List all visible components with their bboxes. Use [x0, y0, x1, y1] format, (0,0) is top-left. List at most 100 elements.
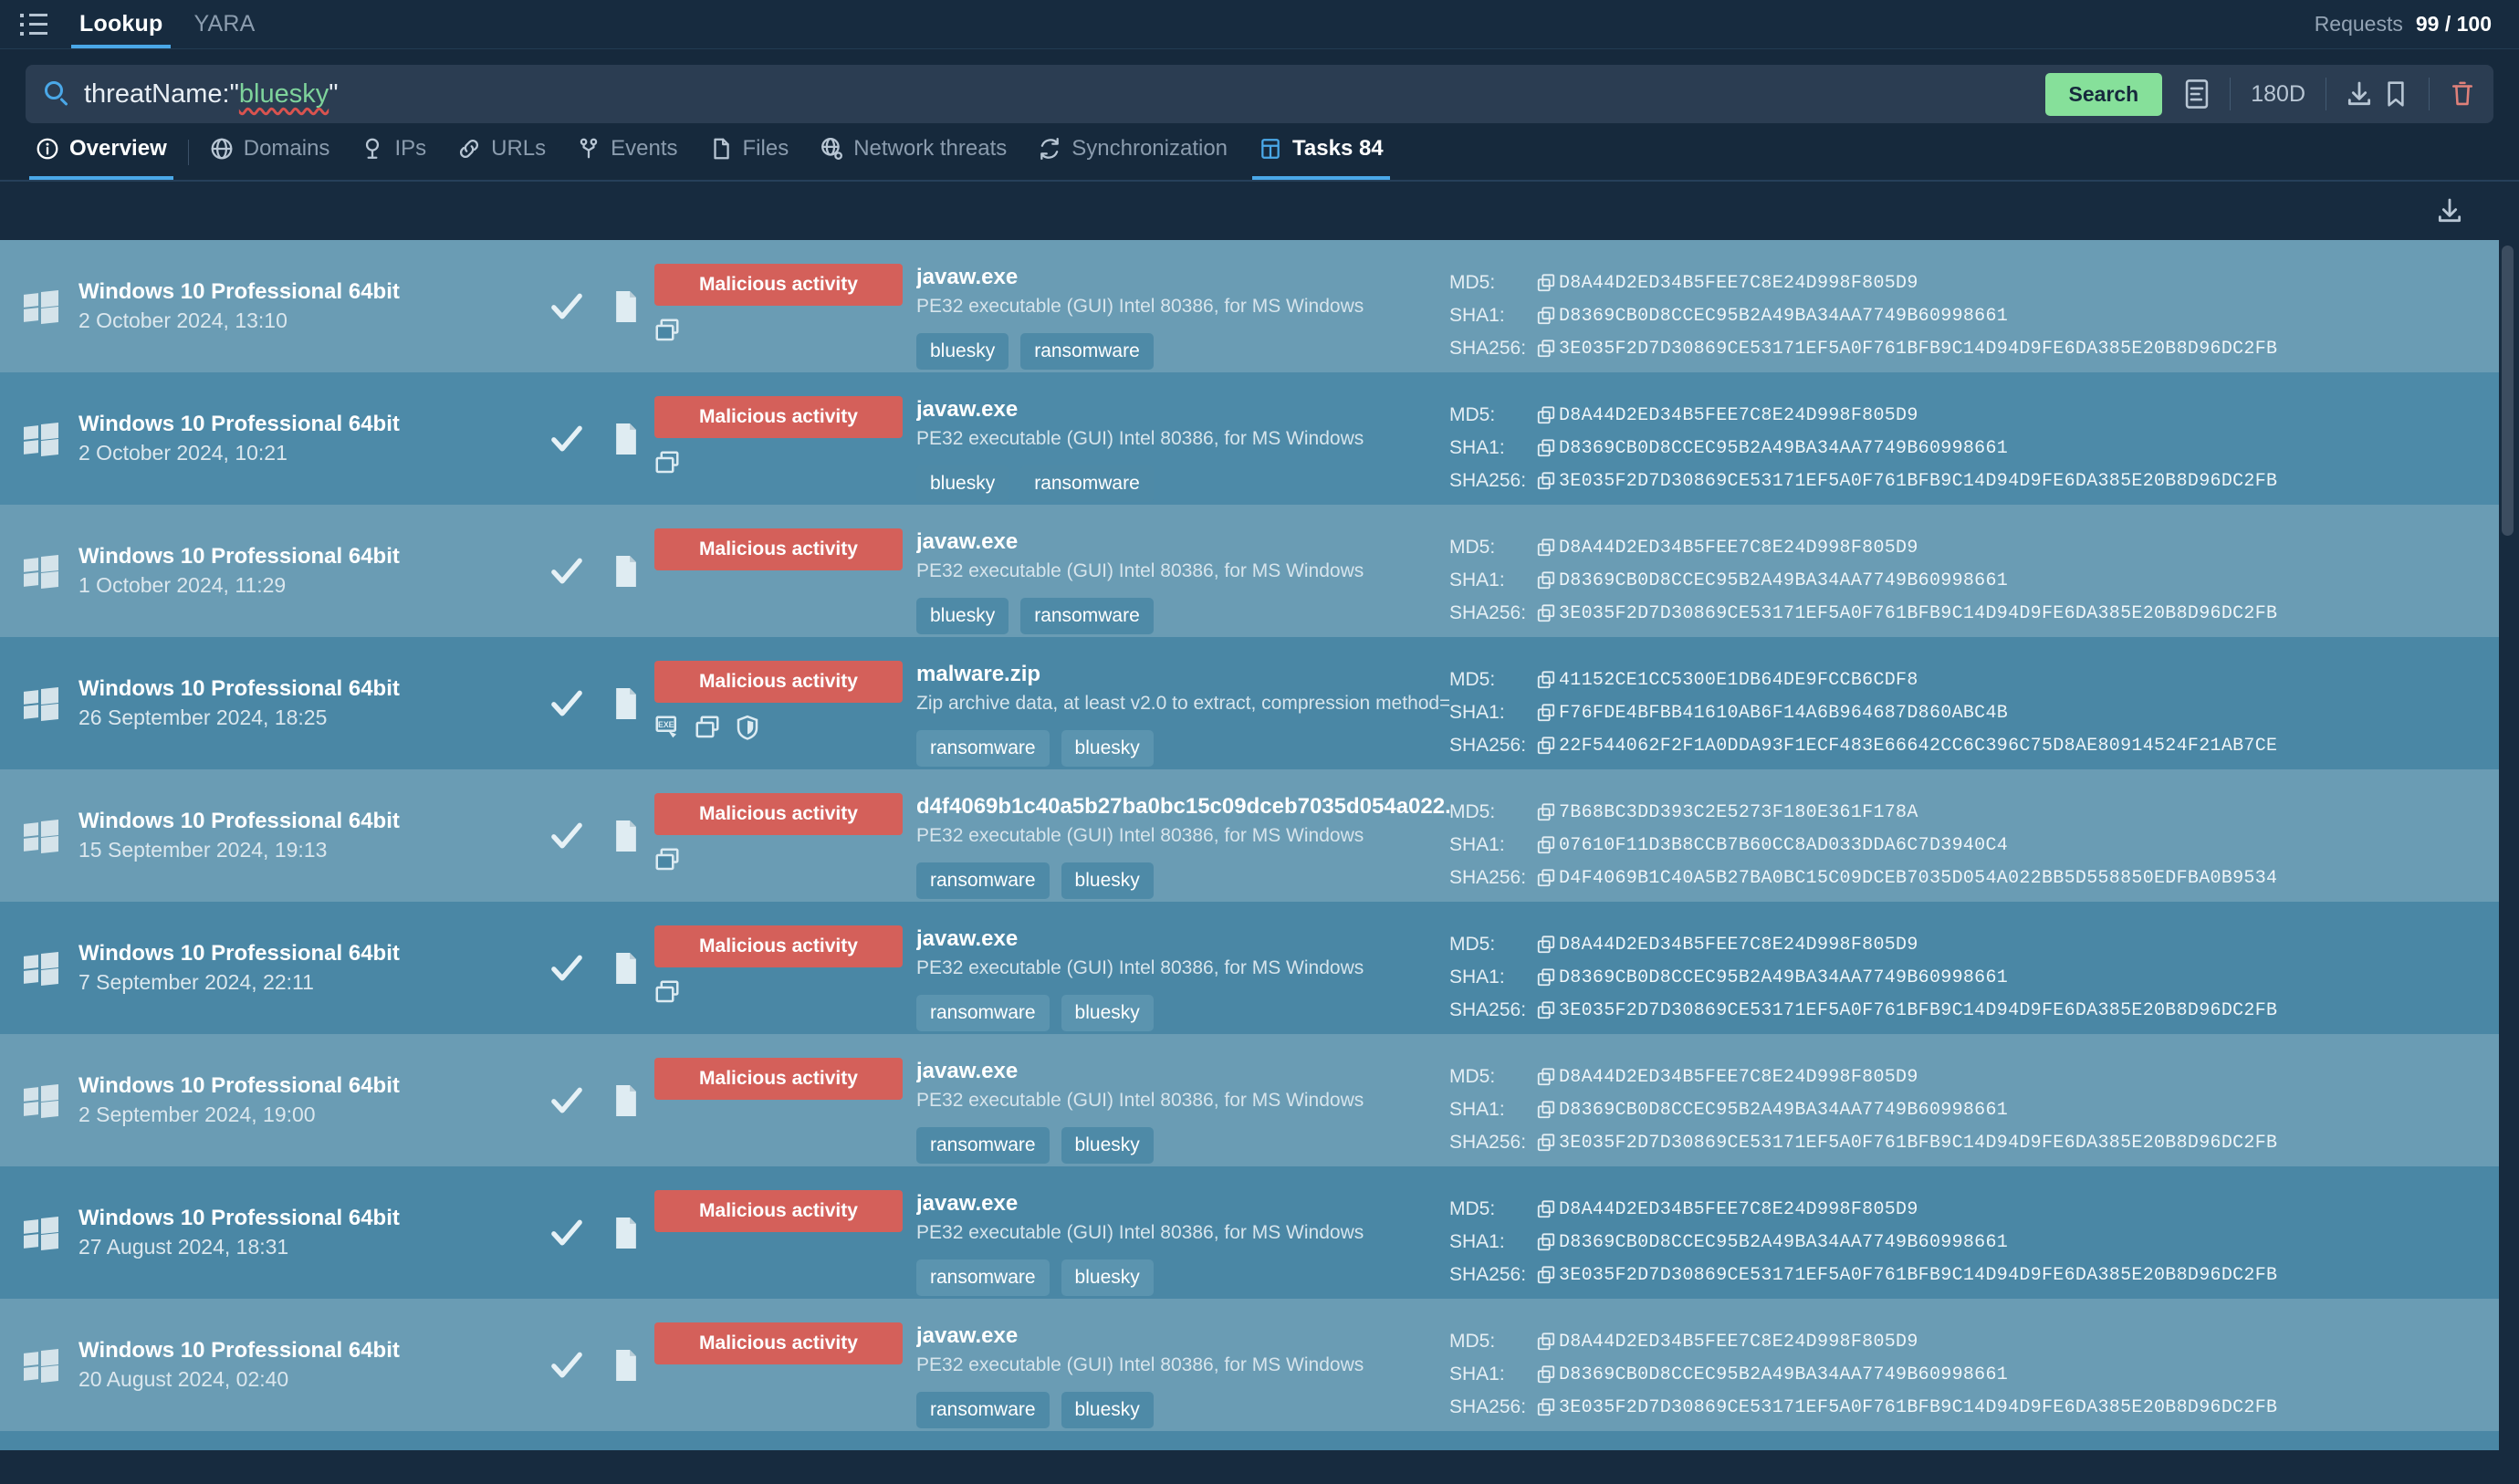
report-file-icon[interactable] [606, 637, 646, 769]
copy-icon[interactable] [1533, 603, 1559, 623]
search-bar[interactable]: threatName:"bluesky" Search 180D [26, 65, 2493, 123]
tag-pill[interactable]: bluesky [1061, 1259, 1154, 1296]
tag-pill[interactable]: bluesky [916, 333, 1009, 370]
tab-overview[interactable]: Overview [20, 131, 183, 180]
copy-icon[interactable] [1533, 1100, 1559, 1120]
copy-windows-icon[interactable] [653, 449, 681, 476]
table-row[interactable]: Windows 10 Professional 64bit 1 October … [0, 505, 2519, 637]
copy-icon[interactable] [1533, 1000, 1559, 1020]
copy-icon[interactable] [1533, 868, 1559, 888]
tab-yara[interactable]: YARA [178, 0, 270, 48]
exe-icon[interactable]: EXE [653, 714, 681, 741]
copy-icon[interactable] [1533, 935, 1559, 955]
copy-icon[interactable] [1533, 1265, 1559, 1285]
export-download-icon[interactable] [2431, 193, 2468, 229]
search-button[interactable]: Search [2045, 73, 2163, 116]
file-name[interactable]: malware.zip [916, 662, 1449, 687]
tab-events[interactable]: Events [561, 131, 693, 180]
copy-icon[interactable] [1533, 670, 1559, 690]
report-file-icon[interactable] [606, 1166, 646, 1299]
table-row[interactable]: Windows 10 Professional 64bit 2 Septembe… [0, 1034, 2519, 1166]
tab-network-threats[interactable]: Network threats [804, 131, 1022, 180]
table-row[interactable]: Windows 10 Professional 64bit 27 August … [0, 1166, 2519, 1299]
tag-pill[interactable]: bluesky [1061, 730, 1154, 767]
tag-pill[interactable]: ransomware [1020, 465, 1154, 502]
tag-pill[interactable]: bluesky [1061, 995, 1154, 1031]
tag-pill[interactable]: bluesky [1061, 862, 1154, 899]
copy-icon[interactable] [1533, 1067, 1559, 1087]
time-range-selector[interactable]: 180D [2245, 81, 2311, 108]
table-row[interactable]: Windows 10 Professional 64bit 7 Septembe… [0, 902, 2519, 1034]
copy-icon[interactable] [1533, 306, 1559, 326]
report-file-icon[interactable] [606, 505, 646, 637]
copy-icon[interactable] [1533, 1332, 1559, 1352]
copy-icon[interactable] [1533, 538, 1559, 558]
copy-icon[interactable] [1533, 1199, 1559, 1219]
file-name[interactable]: d4f4069b1c40a5b27ba0bc15c09dceb7035d054a… [916, 794, 1449, 820]
tag-pill[interactable]: ransomware [916, 1127, 1050, 1164]
copy-windows-icon[interactable] [653, 978, 681, 1006]
report-file-icon[interactable] [606, 769, 646, 902]
scrollbar-thumb[interactable] [2502, 246, 2514, 536]
tag-pill[interactable]: bluesky [916, 465, 1009, 502]
file-name[interactable]: javaw.exe [916, 265, 1449, 290]
copy-icon[interactable] [1533, 405, 1559, 425]
tag-pill[interactable]: ransomware [1020, 598, 1154, 634]
copy-icon[interactable] [1533, 1133, 1559, 1153]
list-menu-icon[interactable] [20, 13, 51, 37]
file-name[interactable]: javaw.exe [916, 529, 1449, 555]
tag-pill[interactable]: ransomware [916, 1259, 1050, 1296]
table-row[interactable]: Windows 10 Professional 64bit 2 October … [0, 372, 2519, 505]
file-name[interactable]: javaw.exe [916, 926, 1449, 952]
scrollbar-track[interactable] [2499, 240, 2519, 1450]
shield-icon[interactable] [734, 714, 761, 741]
document-lines-icon[interactable] [2179, 76, 2215, 112]
tab-urls[interactable]: URLs [442, 131, 561, 180]
table-row[interactable]: Windows 10 Professional 64bit 20 August … [0, 1299, 2519, 1431]
tab-lookup[interactable]: Lookup [64, 0, 178, 48]
copy-icon[interactable] [1533, 1397, 1559, 1417]
search-input[interactable]: threatName:"bluesky" [84, 79, 339, 110]
bookmark-icon[interactable] [2378, 76, 2414, 112]
tab-domains[interactable]: Domains [194, 131, 346, 180]
copy-icon[interactable] [1533, 802, 1559, 822]
tab-ips[interactable]: IPs [345, 131, 442, 180]
report-file-icon[interactable] [606, 1034, 646, 1166]
tag-pill[interactable]: bluesky [1061, 1392, 1154, 1428]
download-icon[interactable] [2341, 76, 2378, 112]
copy-icon[interactable] [1533, 1232, 1559, 1252]
table-row[interactable]: Windows 10 Professional 64bit 26 Septemb… [0, 637, 2519, 769]
file-name[interactable]: javaw.exe [916, 397, 1449, 423]
report-file-icon[interactable] [606, 1299, 646, 1431]
tab-synchronization[interactable]: Synchronization [1022, 131, 1243, 180]
tag-pill[interactable]: ransomware [916, 862, 1050, 899]
copy-icon[interactable] [1533, 570, 1559, 590]
file-name[interactable]: javaw.exe [916, 1323, 1449, 1349]
report-file-icon[interactable] [606, 1431, 646, 1450]
copy-icon[interactable] [1533, 471, 1559, 491]
copy-windows-icon[interactable] [694, 714, 721, 741]
copy-icon[interactable] [1533, 703, 1559, 723]
copy-windows-icon[interactable] [653, 317, 681, 344]
copy-icon[interactable] [1533, 438, 1559, 458]
tab-tasks[interactable]: Tasks 84 [1243, 131, 1399, 180]
tag-pill[interactable]: ransomware [1020, 333, 1154, 370]
copy-windows-icon[interactable] [653, 846, 681, 873]
file-name[interactable]: javaw.exe [916, 1059, 1449, 1084]
report-file-icon[interactable] [606, 902, 646, 1034]
copy-icon[interactable] [1533, 339, 1559, 359]
table-row[interactable]: Windows 10 Professional 64bit 16 August … [0, 1431, 2519, 1450]
tag-pill[interactable]: ransomware [916, 1392, 1050, 1428]
table-row[interactable]: Windows 10 Professional 64bit 15 Septemb… [0, 769, 2519, 902]
report-file-icon[interactable] [606, 372, 646, 505]
copy-icon[interactable] [1533, 736, 1559, 756]
tag-pill[interactable]: ransomware [916, 730, 1050, 767]
copy-icon[interactable] [1533, 273, 1559, 293]
copy-icon[interactable] [1533, 967, 1559, 988]
report-file-icon[interactable] [606, 240, 646, 372]
tag-pill[interactable]: bluesky [1061, 1127, 1154, 1164]
copy-icon[interactable] [1533, 835, 1559, 855]
file-name[interactable]: javaw.exe [916, 1191, 1449, 1217]
copy-icon[interactable] [1533, 1364, 1559, 1385]
tab-files[interactable]: Files [694, 131, 805, 180]
